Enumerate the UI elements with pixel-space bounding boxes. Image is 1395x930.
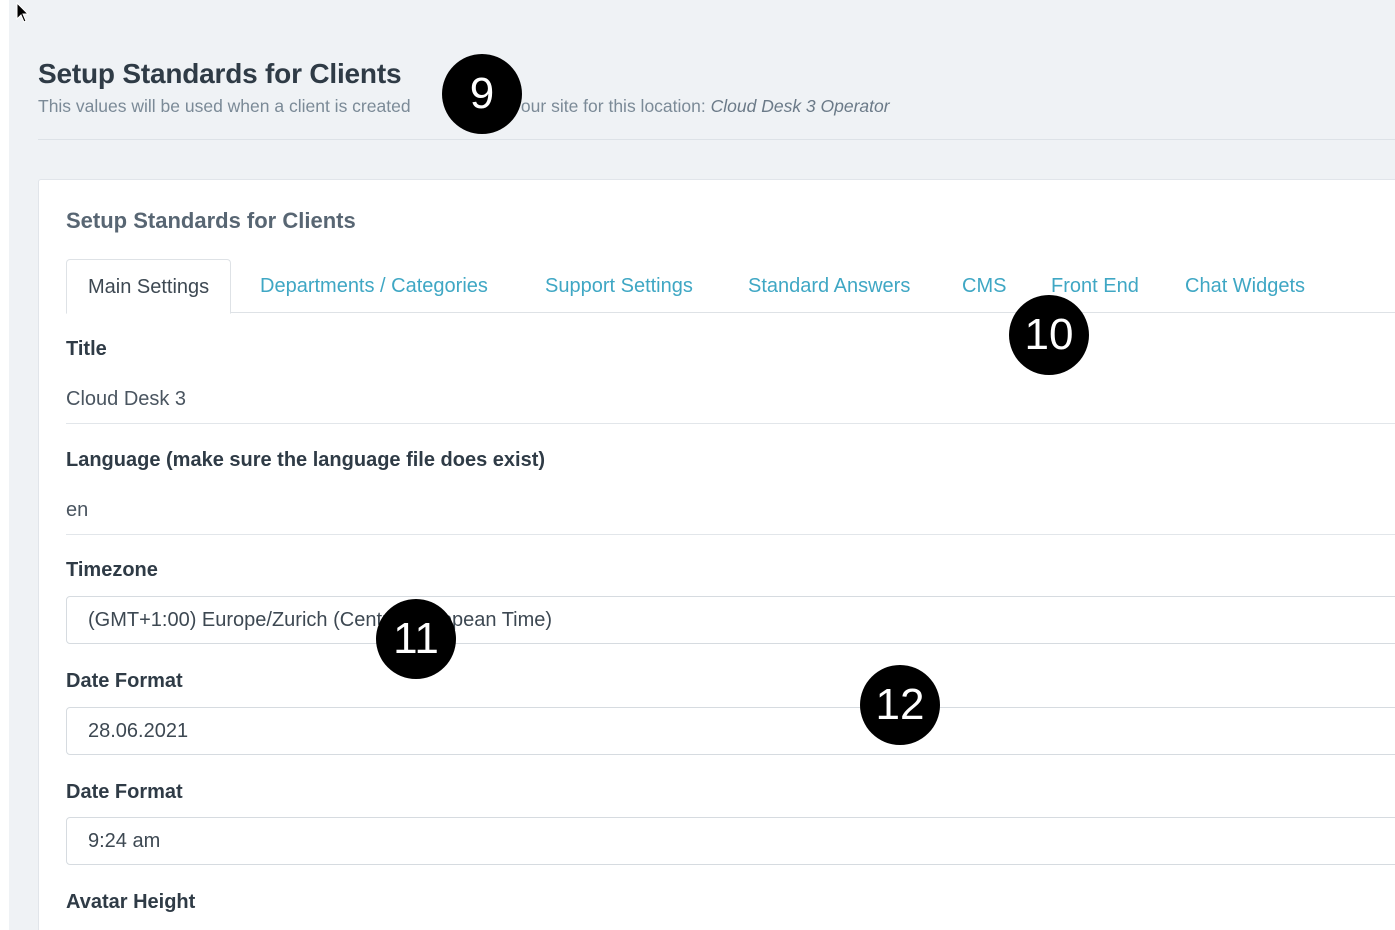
date-format-label: Date Format: [66, 670, 183, 692]
timezone-select[interactable]: (GMT+1:00) Europe/Zurich (Central Europe…: [66, 596, 1395, 644]
tab-standard-answers[interactable]: Standard Answers: [748, 259, 910, 313]
tab-departments-categories[interactable]: Departments / Categories: [260, 259, 488, 313]
callout-marker-12: 12: [860, 665, 940, 745]
title-divider: [66, 423, 1395, 424]
page-background: Setup Standards for Clients This values …: [9, 0, 1395, 930]
callout-marker-10: 10: [1009, 295, 1089, 375]
header-divider: [38, 139, 1395, 140]
language-label: Language (make sure the language file do…: [66, 449, 546, 471]
tab-support-settings[interactable]: Support Settings: [545, 259, 693, 313]
page-title: Setup Standards for Clients: [38, 58, 402, 89]
title-value[interactable]: Cloud Desk 3: [66, 388, 186, 411]
timezone-label: Timezone: [66, 559, 158, 581]
language-value[interactable]: en: [66, 499, 88, 522]
location-name: Cloud Desk 3 Operator: [710, 96, 890, 116]
settings-card: Setup Standards for Clients Main Setting…: [38, 179, 1395, 930]
time-format-label: Date Format: [66, 781, 183, 803]
time-format-select[interactable]: 9:24 am: [66, 817, 1395, 865]
tab-cms[interactable]: CMS: [962, 259, 1006, 313]
language-divider: [66, 534, 1395, 535]
settings-tabs: Main Settings Departments / Categories S…: [66, 259, 1395, 314]
title-label: Title: [66, 338, 107, 360]
callout-marker-9: 9: [442, 54, 522, 134]
tab-chat-widgets[interactable]: Chat Widgets: [1185, 259, 1305, 313]
tab-main-settings[interactable]: Main Settings: [66, 259, 232, 314]
avatar-height-label: Avatar Height: [66, 891, 196, 913]
date-format-select[interactable]: 28.06.2021: [66, 707, 1395, 755]
callout-marker-11: 11: [376, 599, 456, 679]
mouse-pointer-icon: [16, 2, 30, 23]
card-title: Setup Standards for Clients: [66, 208, 356, 233]
subtitle-text-prefix: This values will be used when a client i…: [38, 96, 411, 116]
